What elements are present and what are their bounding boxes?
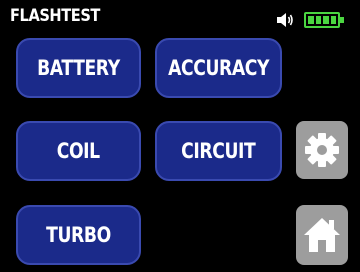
battery-tip	[340, 17, 344, 23]
battery-cell	[308, 16, 314, 24]
coil-button-label: COIL	[56, 139, 101, 163]
coil-button[interactable]: COIL	[16, 121, 141, 181]
home-button[interactable]	[296, 205, 348, 265]
battery-cell	[323, 16, 329, 24]
battery-cell	[315, 16, 321, 24]
circuit-button[interactable]: CIRCUIT	[155, 121, 282, 181]
speaker-icon[interactable]	[276, 12, 294, 28]
battery-cell	[330, 16, 336, 24]
turbo-button-label: TURBO	[46, 223, 111, 247]
accuracy-button[interactable]: ACCURACY	[155, 38, 282, 98]
settings-button[interactable]	[296, 121, 348, 179]
turbo-button[interactable]: TURBO	[16, 205, 141, 265]
accuracy-button-label: ACCURACY	[168, 56, 270, 80]
battery-full-icon	[304, 12, 344, 28]
battery-button-label: BATTERY	[37, 56, 120, 80]
battery-button[interactable]: BATTERY	[16, 38, 141, 98]
app-title: FLASHTEST	[10, 6, 100, 26]
gear-icon	[305, 133, 339, 167]
circuit-button-label: CIRCUIT	[181, 139, 256, 163]
home-icon	[304, 218, 340, 252]
